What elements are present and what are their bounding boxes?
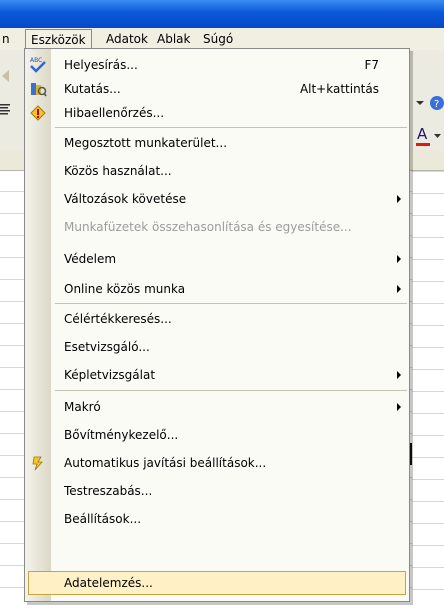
- menu-item-shortcut: F7: [364, 58, 379, 72]
- menu-item-spelling[interactable]: ABC Helyesírás... F7: [25, 53, 409, 77]
- menu-tools[interactable]: Eszközök: [25, 29, 92, 50]
- menu-item-label: Testreszabás...: [64, 484, 153, 498]
- right-column-header: [412, 150, 444, 171]
- menu-separator: [55, 127, 407, 128]
- help-icon[interactable]: ?: [428, 94, 444, 112]
- menu-item-error-checking[interactable]: Hibaellenőrzés...: [25, 101, 409, 125]
- menu-item-label: Makró: [64, 400, 101, 414]
- svg-text:?: ?: [434, 99, 439, 110]
- align-left-icon[interactable]: [0, 102, 12, 116]
- menu-item-label: Automatikus javítási beállítások...: [64, 456, 267, 470]
- tools-menu: ABC Helyesírás... F7 Kutatás... Alt+katt…: [24, 48, 410, 602]
- menu-item-label: Hibaellenőrzés...: [64, 106, 165, 120]
- font-color-dropdown-icon[interactable]: [434, 133, 442, 141]
- spelling-check-icon: ABC: [29, 56, 47, 74]
- submenu-arrow-icon: [397, 403, 401, 411]
- research-books-icon: [29, 80, 47, 98]
- menu-separator: [55, 390, 407, 391]
- font-color-letter: A: [417, 125, 428, 143]
- submenu-arrow-icon: [397, 371, 401, 379]
- menu-item-label: Kutatás...: [64, 82, 121, 96]
- autocorrect-lightning-icon: [29, 454, 47, 472]
- toolbar-dropdown-arrow-icon[interactable]: [414, 94, 426, 112]
- menu-item-label: Online közös munka: [64, 282, 186, 296]
- menu-separator: [55, 303, 407, 304]
- menu-help[interactable]: Súgó: [203, 31, 233, 47]
- submenu-arrow-icon: [397, 255, 401, 263]
- menu-item-goal-seek[interactable]: Célértékkeresés...: [25, 307, 409, 331]
- menu-item-shared-workspace[interactable]: Megosztott munkaterület...: [25, 131, 409, 155]
- toolbar-left-partial-icon[interactable]: [0, 68, 10, 84]
- menu-item-add-ins[interactable]: Bővítménykezelő...: [25, 423, 409, 447]
- menu-item-research[interactable]: Kutatás... Alt+kattintás: [25, 77, 409, 101]
- menu-item-label: Megosztott munkaterület...: [64, 136, 228, 150]
- submenu-arrow-icon: [397, 195, 401, 203]
- menu-data[interactable]: Adatok: [106, 31, 148, 47]
- menu-item-share-workbook[interactable]: Közös használat...: [25, 159, 409, 183]
- title-bar: [0, 0, 444, 28]
- menu-item-label: Helyesírás...: [64, 58, 138, 72]
- font-color-swatch: [416, 143, 430, 146]
- menu-item-label: Változások követése: [64, 192, 187, 206]
- menu-item-online-collaboration[interactable]: Online közös munka: [25, 277, 409, 301]
- menu-item-label: Beállítások...: [64, 512, 142, 526]
- menu-item-label: Közös használat...: [64, 164, 172, 178]
- menu-item-compare-merge: Munkafüzetek összehasonlítása és egyesít…: [25, 215, 409, 239]
- menu-partial-label[interactable]: n: [2, 31, 10, 47]
- submenu-arrow-icon: [397, 285, 401, 293]
- menu-item-formula-auditing[interactable]: Képletvizsgálat: [25, 363, 409, 387]
- font-color-icon[interactable]: A: [414, 124, 444, 148]
- menu-item-customize[interactable]: Testreszabás...: [25, 479, 409, 503]
- menu-item-label: Bővítménykezelő...: [64, 428, 179, 442]
- menu-item-label: Védelem: [64, 252, 117, 266]
- error-checking-icon: [29, 104, 47, 122]
- menu-item-shortcut: Alt+kattintás: [299, 82, 379, 96]
- menu-item-options[interactable]: Beállítások...: [25, 507, 409, 531]
- menu-item-label: Képletvizsgálat: [64, 368, 156, 382]
- menu-item-label: Esetvizsgáló...: [64, 340, 150, 354]
- menu-item-data-analysis[interactable]: Adatelemzés...: [28, 571, 406, 595]
- right-grid-block: [412, 150, 444, 608]
- menu-item-protection[interactable]: Védelem: [25, 247, 409, 271]
- menu-item-label: Célértékkeresés...: [64, 312, 172, 326]
- menu-item-autocorrect-options[interactable]: Automatikus javítási beállítások...: [25, 451, 409, 475]
- menu-item-macro[interactable]: Makró: [25, 395, 409, 419]
- menu-item-label: Adatelemzés...: [64, 576, 153, 590]
- menu-window[interactable]: Ablak: [157, 31, 190, 47]
- svg-text:ABC: ABC: [30, 57, 42, 64]
- menu-item-track-changes[interactable]: Változások követése: [25, 187, 409, 211]
- menu-item-scenarios[interactable]: Esetvizsgáló...: [25, 335, 409, 359]
- menu-item-label: Munkafüzetek összehasonlítása és egyesít…: [64, 220, 352, 234]
